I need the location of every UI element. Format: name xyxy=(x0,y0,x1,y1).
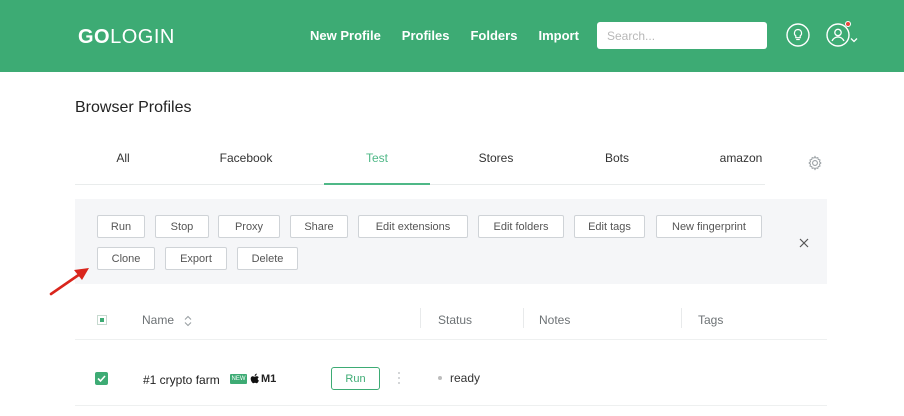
main-nav: New Profile Profiles Folders Import xyxy=(310,28,579,43)
arrow-icon xyxy=(46,262,91,298)
tab-test[interactable]: Test xyxy=(324,144,430,185)
new-badge: NEW xyxy=(230,374,247,384)
column-divider[interactable] xyxy=(681,308,682,328)
tab-facebook[interactable]: Facebook xyxy=(193,144,299,185)
os-label: M1 xyxy=(261,373,277,385)
edit-tags-button[interactable]: Edit tags xyxy=(574,215,645,238)
chevron-down-icon[interactable] xyxy=(850,31,858,43)
tab-amazon[interactable]: amazon xyxy=(688,144,794,185)
export-button[interactable]: Export xyxy=(165,247,227,270)
row-checkbox[interactable] xyxy=(95,372,108,385)
top-bar: GO LOGIN New Profile Profiles Folders Imp… xyxy=(0,0,904,72)
proxy-button[interactable]: Proxy xyxy=(218,215,280,238)
stop-button[interactable]: Stop xyxy=(155,215,209,238)
tab-stores[interactable]: Stores xyxy=(443,144,549,185)
column-name[interactable]: Name xyxy=(142,313,174,327)
edit-extensions-button[interactable]: Edit extensions xyxy=(358,215,468,238)
status-indicator xyxy=(438,376,442,380)
folder-tabs: All Facebook Test Stores Bots amazon xyxy=(75,144,765,185)
column-status: Status xyxy=(438,313,473,327)
nav-profiles[interactable]: Profiles xyxy=(402,28,450,43)
column-divider[interactable] xyxy=(420,308,421,328)
nav-import[interactable]: Import xyxy=(538,28,578,43)
edit-folders-button[interactable]: Edit folders xyxy=(478,215,564,238)
nav-folders[interactable]: Folders xyxy=(470,28,517,43)
status-text: ready xyxy=(450,371,481,385)
close-icon[interactable] xyxy=(797,236,811,250)
lightbulb-icon[interactable] xyxy=(786,23,810,47)
row-run-button[interactable]: Run xyxy=(331,367,380,390)
profile-name[interactable]: #1 crypto farm xyxy=(143,373,220,387)
table-header: Name Status Notes Tags xyxy=(75,300,827,340)
sort-icon[interactable] xyxy=(184,314,192,327)
run-button[interactable]: Run xyxy=(97,215,145,238)
logo[interactable]: GO LOGIN xyxy=(78,24,175,50)
clone-button[interactable]: Clone xyxy=(97,247,155,270)
apple-icon xyxy=(250,372,260,384)
tab-all[interactable]: All xyxy=(70,144,176,185)
nav-new-profile[interactable]: New Profile xyxy=(310,28,381,43)
column-divider[interactable] xyxy=(523,308,524,328)
search-input[interactable] xyxy=(597,22,767,49)
bulk-action-bar: Run Stop Proxy Share Edit extensions Edi… xyxy=(75,199,827,284)
tab-bots[interactable]: Bots xyxy=(564,144,670,185)
kebab-icon[interactable] xyxy=(397,370,401,386)
table-row[interactable]: #1 crypto farm NEW M1 Run ready xyxy=(75,352,827,406)
delete-button[interactable]: Delete xyxy=(237,247,298,270)
user-icon[interactable] xyxy=(826,21,851,47)
column-tags: Tags xyxy=(698,313,724,327)
page-title: Browser Profiles xyxy=(75,99,192,116)
select-all-checkbox[interactable] xyxy=(97,315,107,325)
gear-icon[interactable] xyxy=(807,155,823,171)
new-fingerprint-button[interactable]: New fingerprint xyxy=(656,215,762,238)
column-notes: Notes xyxy=(539,313,571,327)
notification-dot xyxy=(845,21,851,27)
share-button[interactable]: Share xyxy=(290,215,348,238)
